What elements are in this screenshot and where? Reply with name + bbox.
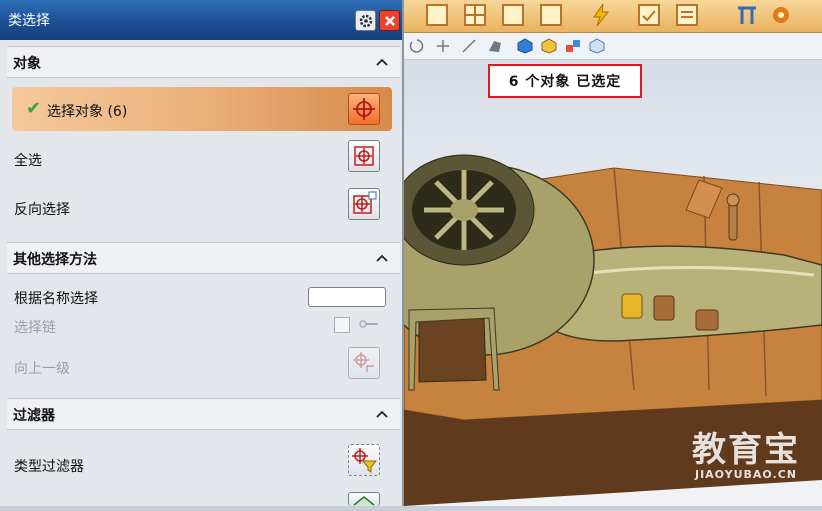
circle-snap-icon[interactable] — [408, 37, 426, 55]
partial-filter-button[interactable] — [348, 492, 380, 506]
lightning-icon[interactable] — [588, 2, 614, 28]
select-all-crosshair-icon — [354, 146, 374, 166]
collapse-filters-button[interactable] — [370, 403, 394, 425]
invert-crosshair-icon — [353, 191, 377, 214]
face-snap-icon[interactable] — [486, 37, 504, 55]
cube-outline-icon[interactable] — [588, 37, 606, 55]
type-filter-label: 类型过滤器 — [14, 459, 84, 475]
dialog-titlebar[interactable]: 类选择 — [0, 0, 402, 40]
select-objects-label: 选择对象 (6) — [47, 104, 128, 120]
checkmark-icon: ✔ — [26, 98, 42, 119]
chain-icon — [359, 320, 378, 328]
filter-funnel-icon — [352, 448, 378, 473]
section-title-filters: 过滤器 — [13, 408, 55, 424]
chevron-up-icon — [376, 254, 388, 262]
watermark-sub: JIAOYUBAO.CN — [694, 468, 798, 481]
select-all-button[interactable] — [348, 140, 380, 172]
grid-icon[interactable] — [462, 2, 488, 28]
invert-selection-button[interactable] — [348, 188, 380, 220]
line-snap-icon[interactable] — [460, 37, 478, 55]
type-filter-button[interactable] — [348, 444, 380, 476]
section-header-objects[interactable]: 对象 — [7, 46, 400, 78]
cubes-multi-icon[interactable] — [564, 37, 582, 55]
selection-status: 6 个对象 已选定 — [488, 64, 642, 98]
select-objects-row[interactable]: ✔ 选择对象 (6) — [12, 87, 392, 131]
invert-selection-label: 反向选择 — [14, 202, 70, 218]
up-one-level-button[interactable] — [348, 347, 380, 379]
up-one-level-label: 向上一级 — [14, 361, 70, 377]
settings-gear-icon[interactable] — [768, 2, 794, 28]
up-level-crosshair-icon — [353, 352, 374, 372]
chevron-up-icon — [376, 58, 388, 66]
cube-blue-icon[interactable] — [516, 37, 534, 55]
select-all-label: 全选 — [14, 153, 42, 169]
close-icon — [384, 15, 395, 26]
section-title-objects: 对象 — [13, 56, 41, 72]
snap-toolbar — [404, 33, 822, 60]
dialog-title: 类选择 — [8, 13, 50, 29]
dialog-close-button[interactable] — [379, 10, 400, 31]
main-toolbar — [404, 0, 822, 33]
watermark-main: 教育宝 — [692, 430, 800, 470]
class-selection-dialog: 类选择 对象 ✔ 选择对象 (6) 全选 反向选择 其他选择方法 根据名称选择 — [0, 0, 404, 506]
collapse-objects-button[interactable] — [370, 51, 394, 73]
select-objects-button[interactable] — [348, 93, 380, 125]
toolbar-icon-4[interactable] — [538, 2, 564, 28]
watermark: 教育宝 JIAOYUBAO.CN — [686, 432, 806, 481]
chevron-up-icon — [376, 410, 388, 418]
select-chain-label: 选择链 — [14, 320, 56, 336]
select-by-name-label: 根据名称选择 — [14, 291, 98, 307]
crosshair-icon — [353, 98, 375, 120]
dialog-settings-button[interactable] — [355, 10, 376, 31]
section-title-other-methods: 其他选择方法 — [13, 252, 97, 268]
section-header-other-methods[interactable]: 其他选择方法 — [7, 242, 400, 274]
gear-icon — [359, 14, 372, 27]
structure-icon[interactable] — [734, 2, 760, 28]
toolbar-icon-6[interactable] — [636, 2, 662, 28]
collapse-other-methods-button[interactable] — [370, 247, 394, 269]
select-by-name-input[interactable] — [308, 287, 386, 307]
layer-filter-icon — [353, 496, 375, 506]
cube-yellow-icon[interactable] — [540, 37, 558, 55]
section-header-filters[interactable]: 过滤器 — [7, 398, 400, 430]
plus-snap-icon[interactable] — [434, 37, 452, 55]
toolbar-icon-7[interactable] — [674, 2, 700, 28]
select-chain-checkbox[interactable] — [334, 317, 350, 333]
toolbar-icon-1[interactable] — [424, 2, 450, 28]
toolbar-icon-3[interactable] — [500, 2, 526, 28]
